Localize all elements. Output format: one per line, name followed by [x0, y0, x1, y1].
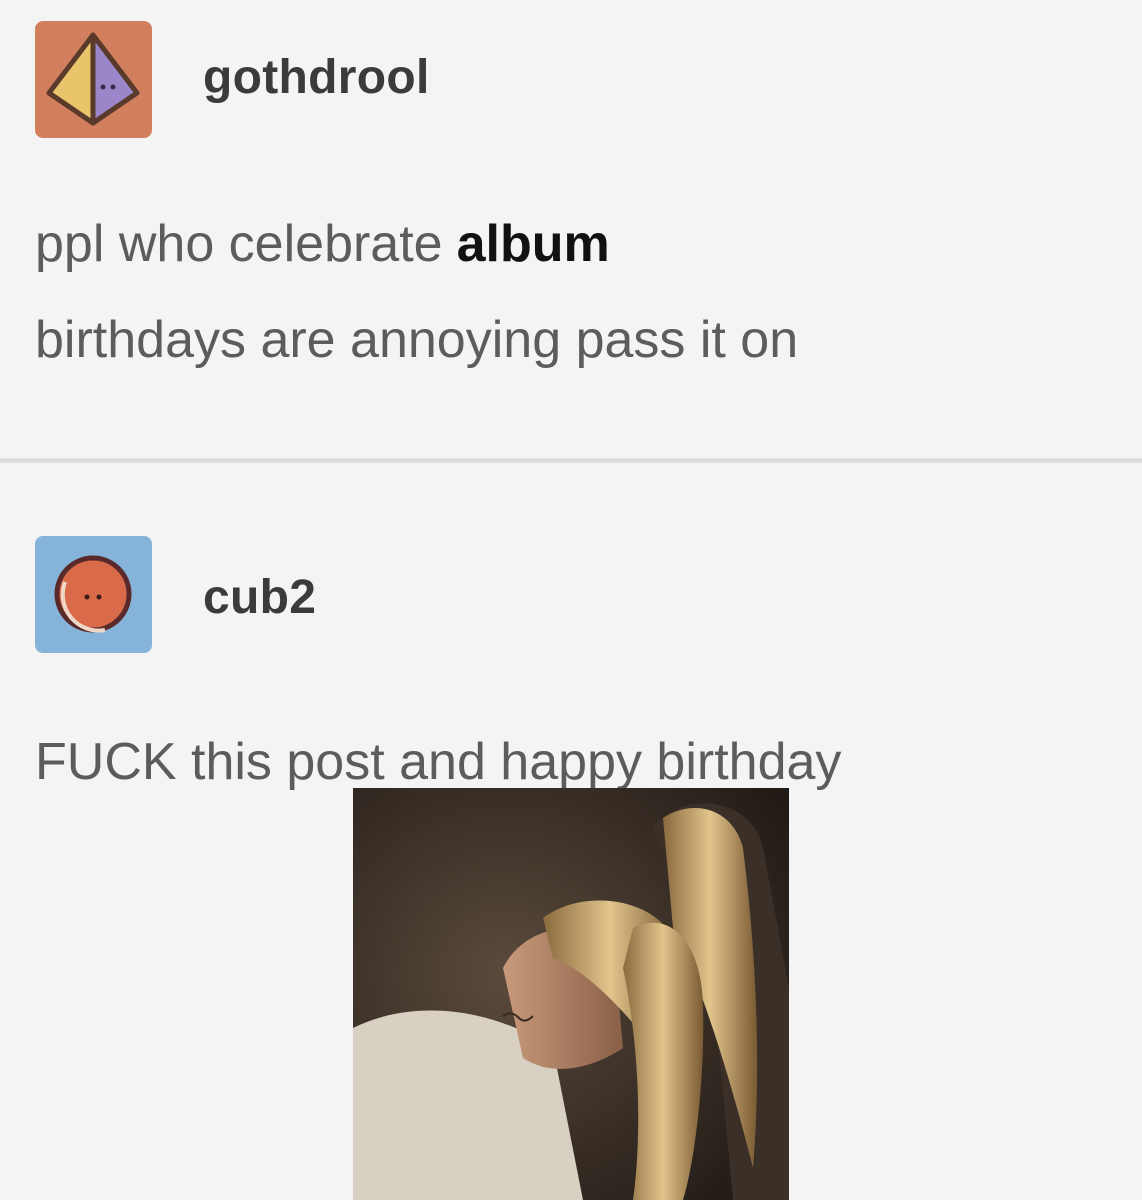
- highlighted-word: album: [456, 215, 610, 273]
- album-cover-image: [353, 788, 789, 1200]
- post-gothdrool: gothdrool ppl who celebrate album birthda…: [0, 0, 1142, 455]
- planet-face-icon: [54, 555, 132, 633]
- username[interactable]: cub2: [203, 570, 316, 625]
- avatar[interactable]: [35, 21, 152, 138]
- pyramid-icon: [46, 32, 140, 126]
- album-cover-photo: [353, 788, 789, 1200]
- post-text: ppl who celebrate album birthdays are ann…: [35, 196, 798, 388]
- divider: [0, 458, 1142, 463]
- username[interactable]: gothdrool: [203, 50, 430, 105]
- post-text-line2: birthdays are annoying pass it on: [35, 311, 799, 369]
- avatar[interactable]: [35, 536, 152, 653]
- post-text-part: ppl who celebrate: [35, 215, 443, 273]
